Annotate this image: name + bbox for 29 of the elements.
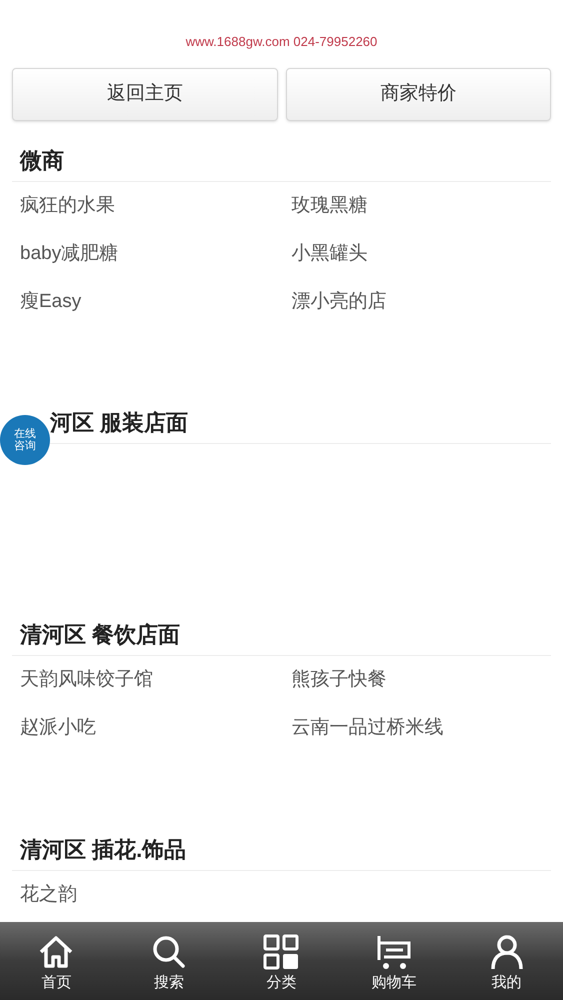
shop-link[interactable]: 疯狂的水果 (20, 194, 115, 218)
tab-bar-item[interactable]: 搜索 (112, 922, 226, 1000)
search-icon (150, 935, 187, 969)
section-heading: 清河区 插花.饰品 (20, 836, 186, 864)
tab-bar-item[interactable]: 购物车 (338, 922, 450, 1000)
shop-link[interactable]: 小黑罐头 (292, 242, 368, 266)
shop-link[interactable]: 熊孩子快餐 (292, 668, 386, 692)
nav-button[interactable]: 返回主页 (12, 68, 278, 121)
section-heading: 微商 (20, 147, 64, 175)
user-icon (488, 934, 525, 970)
shop-link[interactable]: 漂小亮的店 (292, 290, 386, 314)
tab-bar-item[interactable]: 我的 (450, 922, 563, 1000)
section-heading: 清河区 餐饮店面 (20, 621, 180, 649)
shop-link[interactable]: 赵派小吃 (20, 716, 96, 740)
shop-link[interactable]: 云南一品过桥米线 (292, 716, 444, 740)
tab-bar-item[interactable]: 分类 (225, 922, 338, 1000)
shop-link[interactable]: 天韵风味饺子馆 (20, 668, 153, 692)
shop-link[interactable]: 玫瑰黑糖 (292, 194, 368, 218)
shop-link[interactable]: 瘦Easy (20, 290, 82, 314)
online-consult-button[interactable]: 在线 咨询 (0, 415, 50, 465)
shop-link[interactable]: baby减肥糖 (20, 242, 118, 266)
home-icon (38, 935, 74, 969)
section-heading: 河区 服装店面 (50, 409, 188, 437)
tab-bar-item[interactable]: 首页 (0, 922, 113, 1000)
shop-link[interactable]: 花之韵 (20, 883, 77, 907)
grid-icon (263, 934, 300, 970)
cart-icon (376, 934, 412, 970)
nav-button[interactable]: 商家特价 (286, 68, 551, 121)
site-contact-line: www.1688gw.com 024-79952260 (186, 33, 378, 51)
